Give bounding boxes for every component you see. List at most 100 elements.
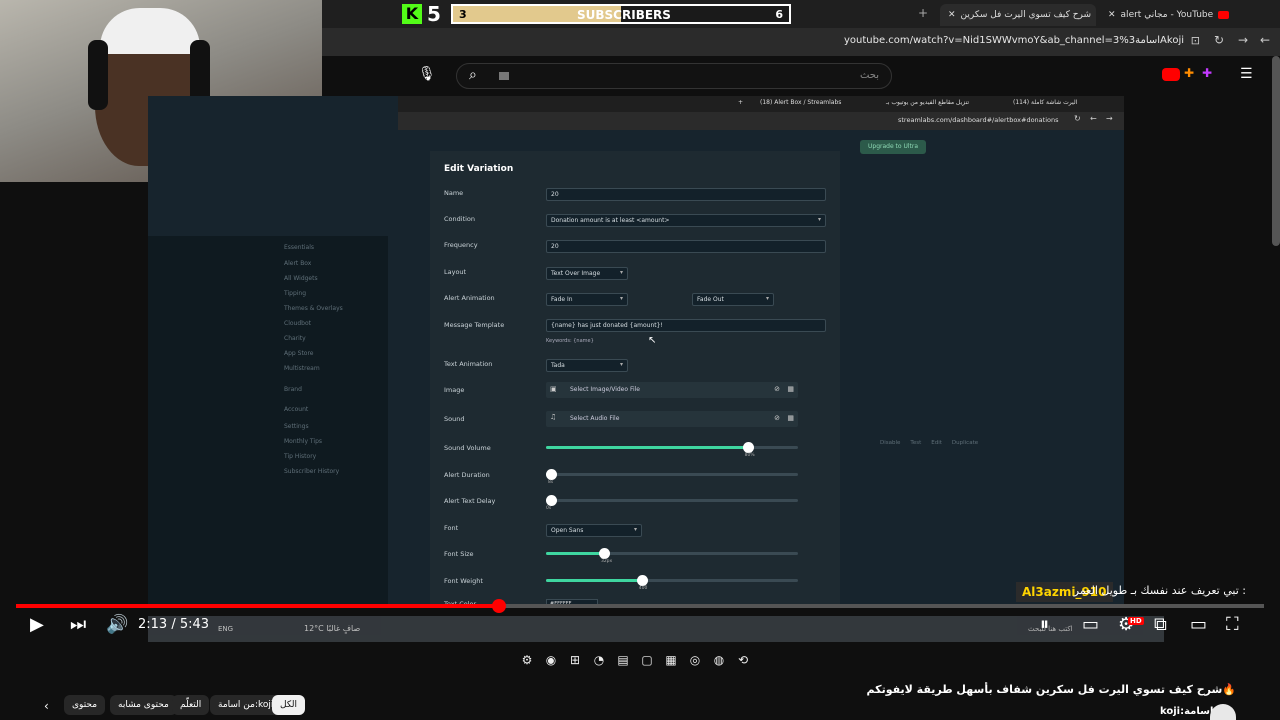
layout-select[interactable]: Text Over Image: [546, 267, 628, 280]
gear-icon[interactable]: ⚙: [518, 653, 536, 667]
slider-knob[interactable]: [636, 575, 648, 586]
sidebar-item[interactable]: Subscriber History: [284, 468, 339, 475]
miniplayer-icon[interactable]: ⧉: [1154, 614, 1167, 635]
subtitles-icon[interactable]: ▭: [1082, 614, 1099, 635]
close-icon[interactable]: ✕: [1108, 10, 1116, 20]
inner-url-text[interactable]: streamlabs.com/dashboard#/alertbox#donat…: [898, 116, 1059, 124]
sidebar-item[interactable]: Cloudbot: [284, 320, 311, 327]
scrollbar[interactable]: [1272, 56, 1280, 246]
speed-icon[interactable]: ◔: [590, 653, 608, 667]
message-template-input[interactable]: {name} has just donated {amount}!: [546, 319, 826, 332]
back-icon[interactable]: ←: [1090, 114, 1097, 123]
progress-scrubber[interactable]: [491, 599, 506, 613]
play-icon[interactable]: ▶: [30, 614, 44, 635]
sidebar-item[interactable]: All Widgets: [284, 275, 318, 282]
next-icon[interactable]: ⏭: [70, 614, 86, 635]
forward-icon[interactable]: →: [1238, 33, 1248, 47]
extension-icon[interactable]: ✚: [1202, 66, 1212, 80]
volume-icon[interactable]: 🔊: [106, 614, 128, 635]
fullscreen-icon[interactable]: ⛶: [1226, 614, 1239, 635]
new-tab-icon[interactable]: +: [918, 6, 928, 20]
url-text[interactable]: youtube.com/watch?v=Nid1SWWvmoY&ab_chann…: [844, 35, 1184, 46]
theater-mode-icon[interactable]: ▭: [1190, 614, 1207, 635]
alert-in-select[interactable]: Fade In: [546, 293, 628, 306]
grid-icon[interactable]: ▦: [787, 385, 794, 393]
font-size-slider[interactable]: 32px: [546, 548, 798, 564]
link-icon[interactable]: ⊘: [774, 414, 780, 422]
browser-tab-label: شرح كيف تسوي اليرت فل سكرين: [960, 10, 1092, 20]
alert-text-delay-slider[interactable]: 0s: [546, 495, 798, 511]
alert-duration-slider[interactable]: 8s: [546, 469, 798, 485]
text-animation-select[interactable]: Tada: [546, 359, 628, 372]
alert-out-select[interactable]: Fade Out: [692, 293, 774, 306]
disable-link[interactable]: Disable: [880, 440, 900, 446]
chip[interactable]: محتوى: [64, 695, 106, 715]
grid-icon[interactable]: ▦: [787, 414, 794, 422]
picture-icon[interactable]: ▢: [638, 653, 656, 667]
sidebar-item[interactable]: App Store: [284, 350, 314, 357]
slider-knob[interactable]: [598, 548, 610, 559]
test-link[interactable]: Test: [910, 440, 921, 446]
sound-volume-slider[interactable]: 80%: [546, 442, 798, 458]
voice-search-icon[interactable]: 🎙: [418, 66, 436, 82]
chip[interactable]: التعلّم: [172, 695, 210, 715]
frequency-input[interactable]: 20: [546, 240, 826, 253]
sidebar-item[interactable]: Tipping: [284, 290, 306, 297]
screenshot-icon[interactable]: ◉: [542, 653, 560, 667]
font-select[interactable]: Open Sans: [546, 524, 642, 537]
menu-icon[interactable]: ☰: [1240, 66, 1253, 82]
search-icon[interactable]: ⌕: [469, 67, 477, 83]
back-icon[interactable]: ←: [1260, 33, 1270, 47]
autoplay-toggle-icon[interactable]: ⏸: [1040, 614, 1049, 635]
reload-icon[interactable]: ↻: [1214, 33, 1224, 47]
goal-label: SUBSCRIBERS: [577, 8, 671, 22]
slider-value: 0s: [546, 506, 552, 511]
inner-tab-label[interactable]: تنزيل مقاطع الفيديو من يوتيوب بـ: [886, 99, 969, 106]
channel-name[interactable]: koji:اسامة: [1160, 706, 1213, 717]
condition-select[interactable]: Donation amount is at least <amount>: [546, 214, 826, 227]
taskbar-search[interactable]: اكتب هنا للبحث: [1028, 625, 1073, 633]
sidebar-item[interactable]: Settings: [284, 423, 309, 430]
image-file-picker[interactable]: ▣ Select Image/Video File ⊘ ▦: [546, 382, 798, 398]
translate-icon[interactable]: ⊡: [1191, 34, 1200, 47]
repeat-icon[interactable]: ⟲: [734, 653, 752, 667]
browser-tab[interactable]: ✕ alert مجاني - YouTube: [1100, 4, 1250, 26]
browser-tab-active[interactable]: ✕ شرح كيف تسوي اليرت فل سكرين: [940, 4, 1096, 26]
sidebar-item[interactable]: Tip History: [284, 453, 316, 460]
sidebar-item[interactable]: Charity: [284, 335, 306, 342]
upgrade-button[interactable]: Upgrade to Ultra: [860, 140, 927, 154]
sidebar-item[interactable]: Monthly Tips: [284, 438, 322, 445]
sidebar-item[interactable]: Alert Box: [284, 260, 311, 267]
slider-knob[interactable]: [742, 442, 754, 453]
progress-bar[interactable]: [16, 604, 1264, 608]
link-icon[interactable]: ⊘: [774, 385, 780, 393]
sidebar-item[interactable]: Themes & Overlays: [284, 305, 343, 312]
reload-icon[interactable]: ↻: [1074, 114, 1081, 123]
close-icon[interactable]: ✕: [948, 10, 956, 20]
playlist-icon[interactable]: ▦: [662, 653, 680, 667]
name-input[interactable]: 20: [546, 188, 826, 201]
forward-icon[interactable]: →: [1106, 114, 1113, 123]
chevron-left-icon[interactable]: ‹: [44, 699, 49, 713]
chip-active[interactable]: الكل: [272, 695, 306, 715]
duplicate-link[interactable]: Duplicate: [952, 440, 978, 446]
edit-link[interactable]: Edit: [931, 440, 942, 446]
youtube-logo-icon[interactable]: [1162, 68, 1180, 81]
audio-icon[interactable]: ◍: [710, 653, 728, 667]
loop-section-icon[interactable]: ▤: [614, 653, 632, 667]
chip[interactable]: من اسامة:koji: [210, 695, 282, 715]
slider-knob[interactable]: [546, 469, 558, 480]
keyboard-icon[interactable]: [499, 72, 509, 80]
inner-new-tab-icon[interactable]: +: [738, 99, 743, 106]
slider-knob[interactable]: [546, 495, 557, 506]
extension-icon[interactable]: ✚: [1184, 66, 1194, 80]
eye-icon[interactable]: ◎: [686, 653, 704, 667]
inner-tab-label[interactable]: (114) اليرت شاشة كاملة: [1013, 99, 1077, 106]
search-input[interactable]: ⌕ بحث: [456, 63, 892, 89]
chip[interactable]: محتوى مشابه: [110, 695, 177, 715]
sidebar-item[interactable]: Multistream: [284, 365, 320, 372]
add-box-icon[interactable]: ⊞: [566, 653, 584, 667]
inner-tab-label[interactable]: (18) Alert Box / Streamlabs: [760, 99, 841, 106]
sound-file-picker[interactable]: ♫ Select Audio File ⊘ ▦: [546, 411, 798, 427]
font-weight-slider[interactable]: 400: [546, 575, 798, 591]
